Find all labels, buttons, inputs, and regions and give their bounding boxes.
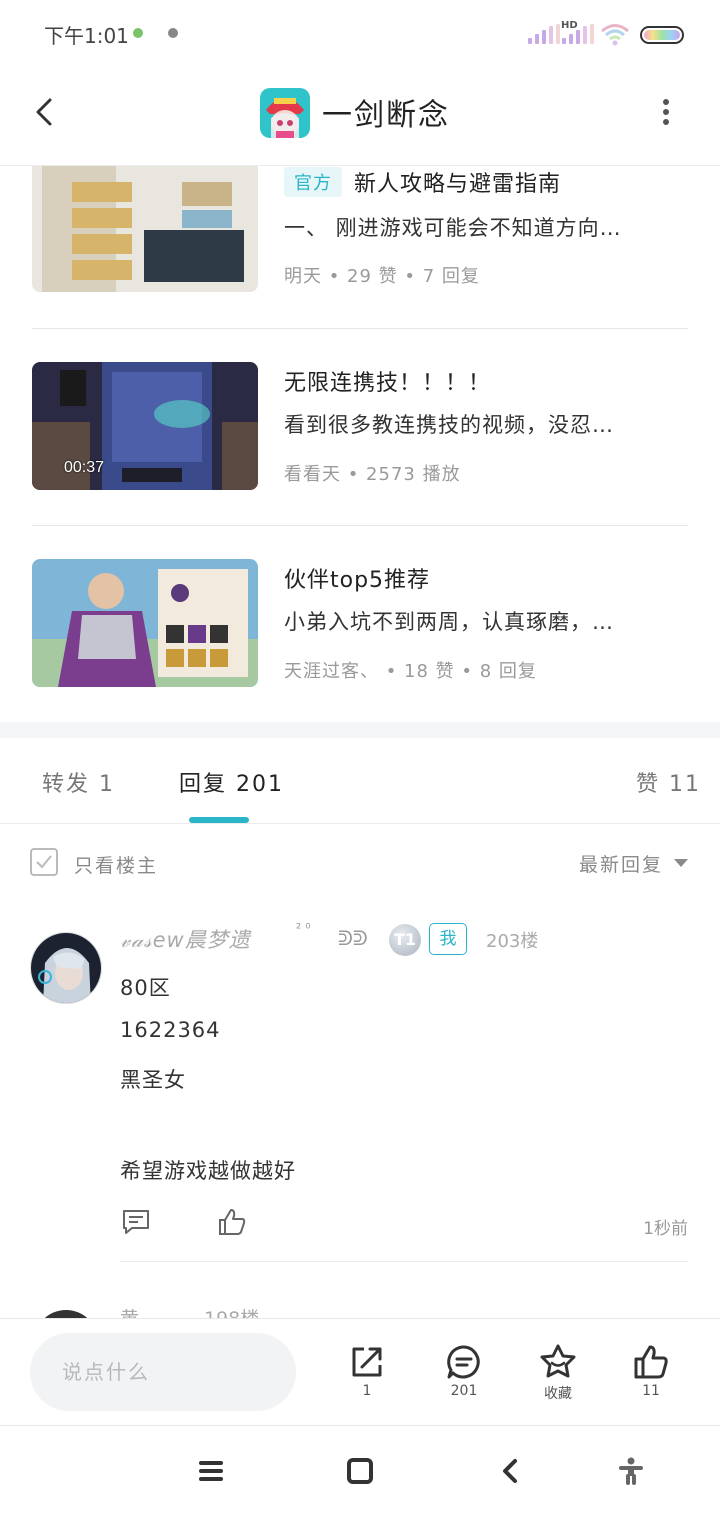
share-button[interactable]: 1 <box>332 1343 402 1399</box>
reply-count: 201 <box>450 1383 478 1399</box>
reply-comment-button[interactable] <box>120 1206 152 1242</box>
reply-button[interactable]: 201 <box>429 1343 499 1399</box>
active-tab-indicator <box>189 817 249 823</box>
back-button[interactable] <box>26 92 66 132</box>
home-button[interactable] <box>345 1456 375 1490</box>
share-icon <box>352 1347 382 1377</box>
thumbs-up-icon <box>219 1209 246 1235</box>
post-title: 无限连携技！！！！ <box>284 371 492 396</box>
me-badge: 我 <box>429 923 467 955</box>
only-op-label[interactable]: 只看楼主 <box>74 851 158 878</box>
reply-like-button[interactable] <box>216 1206 248 1242</box>
favorite-label: 收藏 <box>544 1386 572 1402</box>
reply-time: 1秒前 <box>643 1219 688 1239</box>
post-meta: 明天 • 29 赞 • 7 回复 <box>284 266 480 287</box>
thumbs-up-icon <box>634 1345 668 1379</box>
like-count: 11 <box>642 1383 660 1399</box>
avatar[interactable] <box>30 932 102 1004</box>
post-excerpt: 看到很多教连携技的视频，没忍… <box>284 413 614 437</box>
check-icon <box>36 855 52 869</box>
back-nav-button[interactable] <box>497 1456 525 1490</box>
status-time: 下午1:01 <box>44 24 129 48</box>
status-bar: 下午1:01 HD <box>0 0 720 68</box>
system-nav-bar <box>0 1426 720 1520</box>
post-meta: 看看天 • 2573 播放 <box>284 464 461 485</box>
floor-number: 203楼 <box>486 931 539 952</box>
notification-icon <box>168 28 178 38</box>
favorite-button[interactable]: 收藏 <box>523 1343 593 1403</box>
post-meta: 天涯过客、 • 18 赞 • 8 回复 <box>284 661 537 682</box>
star-icon <box>540 1344 576 1378</box>
list-item[interactable]: 伙伴top5推荐 小弟入坑不到两周，认真琢磨，… 天涯过客、 • 18 赞 • … <box>32 526 688 723</box>
caret-down-icon[interactable] <box>674 859 688 867</box>
avatar[interactable] <box>34 1310 98 1318</box>
only-op-checkbox[interactable] <box>30 848 58 876</box>
post-title: 伙伴top5推荐 <box>284 568 431 593</box>
reply-actions: 1秒前 <box>120 1206 688 1262</box>
comment-icon <box>123 1210 149 1234</box>
reply-item: 𝓋𝒶𝓈ew晨梦遗 ² ⁰ ᕲᕲ T1 我 203楼 80区 1622364 黑圣… <box>0 900 720 1262</box>
like-button[interactable]: 11 <box>616 1343 686 1399</box>
reply-username[interactable]: 𝓋𝒶𝓈ew晨梦遗 <box>120 924 251 954</box>
section-divider <box>0 722 720 738</box>
chevron-left-icon <box>36 98 52 126</box>
related-posts-list: 官方 新人攻略与避雷指南 一、 刚进游戏可能会不知道方向… 明天 • 29 赞 •… <box>32 166 688 723</box>
sort-dropdown[interactable]: 最新回复 <box>579 850 663 877</box>
menu-icon <box>199 1461 223 1481</box>
reply-text-line: 黑圣女 <box>120 1068 186 1092</box>
tab-likes[interactable]: 赞 11 <box>636 766 701 798</box>
post-excerpt: 一、 刚进游戏可能会不知道方向… <box>284 216 622 240</box>
share-count: 1 <box>362 1383 372 1399</box>
reply-text-line: 希望游戏越做越好 <box>120 1159 296 1183</box>
reply-text-line: 1622364 <box>120 1018 221 1042</box>
more-vertical-icon <box>663 99 669 125</box>
post-thumbnail <box>32 559 258 687</box>
back-icon <box>503 1459 517 1483</box>
floor-number: 198楼 <box>204 1304 259 1318</box>
post-thumbnail <box>32 166 258 292</box>
accessibility-button[interactable] <box>616 1456 646 1490</box>
chat-icon <box>447 1345 480 1379</box>
interaction-tabs: 转发 1 回复 201 赞 11 <box>0 738 720 824</box>
signal-icon <box>528 24 560 44</box>
tab-replies[interactable]: 回复 201 <box>179 766 284 798</box>
notification-icon <box>133 28 143 38</box>
game-logo <box>260 88 310 138</box>
video-duration: 00:37 <box>64 459 105 476</box>
post-excerpt: 小弟入坑不到两周，认真琢磨，… <box>284 610 614 634</box>
post-title-text: 新人攻略与避雷指南 <box>354 172 562 197</box>
bottom-action-bar: 说点什么 1 201 收藏 11 <box>0 1318 720 1426</box>
list-item[interactable]: 官方 新人攻略与避雷指南 一、 刚进游戏可能会不知道方向… 明天 • 29 赞 •… <box>32 166 688 329</box>
more-button[interactable] <box>652 92 680 132</box>
reply-username[interactable]: 黄 <box>120 1304 139 1318</box>
comment-input[interactable]: 说点什么 <box>30 1333 296 1411</box>
level-badge: T1 <box>389 924 421 956</box>
network-type: HD <box>561 20 578 31</box>
menu-button[interactable] <box>197 1456 225 1490</box>
reply-user-symbols: ᕲᕲ <box>338 926 368 950</box>
next-reply-preview: 黄 198楼 <box>0 1296 720 1318</box>
post-title: 官方 新人攻略与避雷指南 <box>284 166 561 198</box>
reply-text-line: 80区 <box>120 976 171 1000</box>
title-bar: 一剑断念 <box>0 68 720 166</box>
reply-user-superscript: ² ⁰ <box>296 922 311 937</box>
square-icon <box>347 1458 373 1484</box>
wifi-icon <box>600 22 630 50</box>
video-thumbnail: 00:37 <box>32 362 258 490</box>
battery-icon <box>640 26 684 44</box>
tab-repost[interactable]: 转发 1 <box>42 766 115 798</box>
official-badge: 官方 <box>284 167 342 197</box>
accessibility-icon <box>619 1457 643 1485</box>
list-item[interactable]: 00:37 无限连携技！！！！ 看到很多教连携技的视频，没忍… 看看天 • 25… <box>32 329 688 526</box>
page-title: 一剑断念 <box>322 98 450 133</box>
reply-filter-bar: 只看楼主 最新回复 <box>0 824 720 900</box>
